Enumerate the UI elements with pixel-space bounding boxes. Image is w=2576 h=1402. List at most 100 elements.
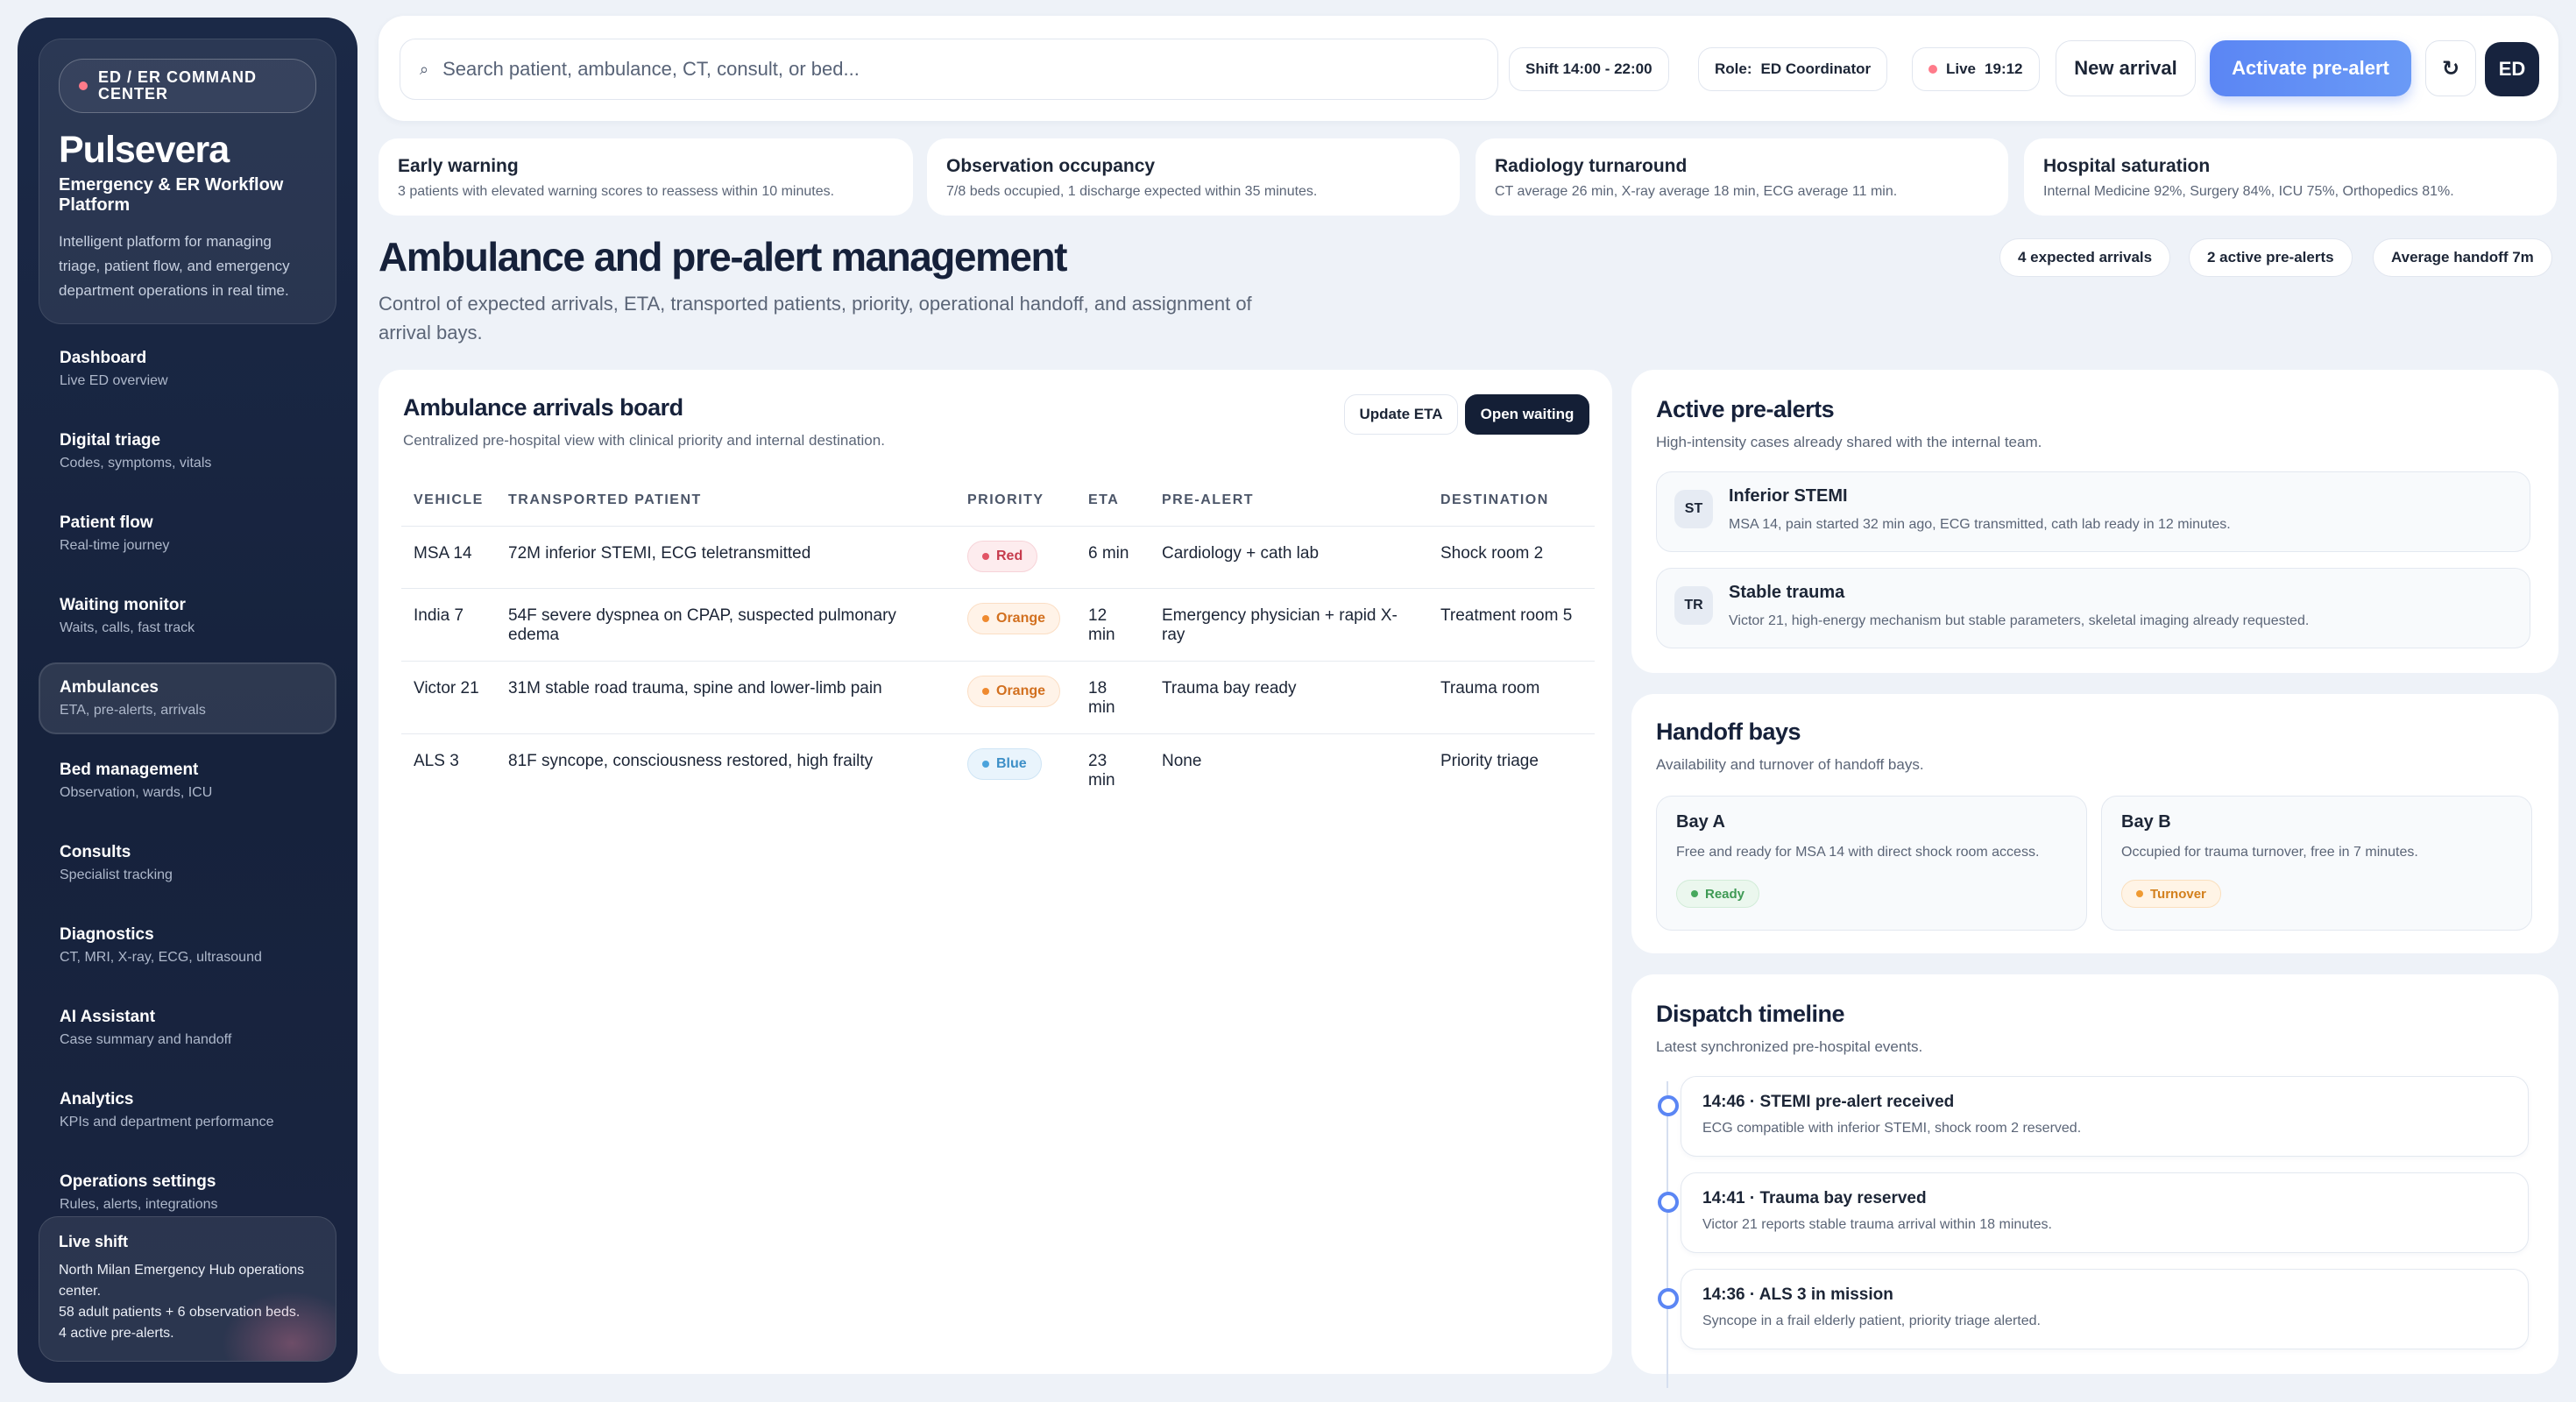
table-row[interactable]: ALS 3 81F syncope, consciousness restore…	[401, 733, 1595, 806]
ambulance-board-panel: Ambulance arrivals board Centralized pre…	[379, 370, 1612, 1374]
patient-cell: 54F severe dyspnea on CPAP, suspected pu…	[496, 588, 955, 662]
page-title: Ambulance and pre-alert management	[379, 234, 1067, 280]
command-center-tag: ED / ER COMMAND CENTER	[59, 59, 316, 113]
priority-badge: Orange	[967, 602, 1061, 634]
kpi-observation-occupancy: Observation occupancy 7/8 beds occupied,…	[927, 138, 1460, 216]
kpi-subtitle: 3 patients with elevated warning scores …	[398, 184, 835, 199]
kpi-subtitle: 7/8 beds occupied, 1 discharge expected …	[946, 184, 1318, 199]
sidebar-item-consults[interactable]: Consults Specialist tracking	[39, 827, 336, 899]
table-row[interactable]: India 7 54F severe dyspnea on CPAP, susp…	[401, 588, 1595, 662]
sidebar-item-bed-management[interactable]: Bed management Observation, wards, ICU	[39, 745, 336, 817]
new-arrival-button[interactable]: New arrival	[2056, 40, 2196, 96]
pre-alert-subtitle: Victor 21, high-energy mechanism but sta…	[1729, 613, 2310, 628]
pre-alert-card-stemi[interactable]: ST Inferior STEMI MSA 14, pain started 3…	[1656, 471, 2530, 552]
top-bar: ⌕ Shift 14:00 - 22:00 Role: ED Coordinat…	[379, 16, 2558, 121]
priority-cell: Orange	[955, 588, 1076, 662]
dispatch-timeline-panel: Dispatch timeline Latest synchronized pr…	[1631, 974, 2558, 1388]
sidebar-item-waiting-monitor[interactable]: Waiting monitor Waits, calls, fast track	[39, 580, 336, 652]
prealert-cell: Cardiology + cath lab	[1150, 526, 1428, 589]
live-shift-line: North Milan Emergency Hub operations cen…	[59, 1263, 305, 1299]
sidebar-item-sublabel: ETA, pre-alerts, arrivals	[60, 703, 206, 718]
sidebar-item-ambulances[interactable]: Ambulances ETA, pre-alerts, arrivals	[39, 662, 336, 734]
kpi-subtitle: CT average 26 min, X-ray average 18 min,…	[1495, 184, 1898, 199]
sidebar-item-sublabel: Waits, calls, fast track	[60, 620, 195, 635]
timeline-event[interactable]: 14:46 · STEMI pre-alert received ECG com…	[1681, 1076, 2529, 1157]
priority-cell: Blue	[955, 733, 1076, 806]
sidebar-item-sublabel: Live ED overview	[60, 373, 168, 388]
pre-alert-card-trauma[interactable]: TR Stable trauma Victor 21, high-energy …	[1656, 568, 2530, 648]
search-icon: ⌕	[420, 60, 429, 78]
live-shift-title: Live shift	[59, 1233, 129, 1250]
timeline-dot-icon	[1658, 1288, 1679, 1309]
page-description: Control of expected arrivals, ETA, trans…	[379, 293, 1252, 343]
bays-subtitle: Availability and turnover of handoff bay…	[1656, 756, 1924, 773]
priority-label: Orange	[996, 683, 1046, 698]
search-input[interactable]	[442, 58, 1451, 81]
bay-card-b[interactable]: Bay B Occupied for trauma turnover, free…	[2101, 796, 2532, 931]
prealert-cell: Emergency physician + rapid X-ray	[1150, 588, 1428, 662]
kpi-title: Observation occupancy	[946, 156, 1156, 176]
sidebar-item-operations-settings[interactable]: Operations settings Rules, alerts, integ…	[39, 1157, 336, 1218]
table-row[interactable]: Victor 21 31M stable road trauma, spine …	[401, 661, 1595, 734]
vehicle-cell: India 7	[401, 588, 496, 662]
timeline-event[interactable]: 14:41 · Trauma bay reserved Victor 21 re…	[1681, 1172, 2529, 1253]
brand-card: ED / ER COMMAND CENTER Pulsevera Emergen…	[39, 39, 336, 324]
sidebar-item-sublabel: Observation, wards, ICU	[60, 785, 213, 800]
patient-cell: 31M stable road trauma, spine and lower-…	[496, 661, 955, 734]
shift-label: Shift 14:00 - 22:00	[1525, 60, 1652, 77]
sidebar-item-ai-assistant[interactable]: AI Assistant Case summary and handoff	[39, 992, 336, 1064]
role-value: ED Coordinator	[1760, 60, 1872, 77]
column-header: ETA	[1076, 475, 1150, 527]
timeline-event-title: 14:41 · Trauma bay reserved	[1702, 1189, 1927, 1207]
search-box[interactable]: ⌕	[400, 39, 1498, 100]
timeline-event-subtitle: Syncope in a frail elderly patient, prio…	[1702, 1313, 2041, 1328]
shift-chip: Shift 14:00 - 22:00	[1509, 47, 1669, 91]
sidebar-item-diagnostics[interactable]: Diagnostics CT, MRI, X-ray, ECG, ultraso…	[39, 910, 336, 981]
bay-subtitle: Free and ready for MSA 14 with direct sh…	[1676, 845, 2040, 860]
live-dot-icon	[1928, 65, 1937, 74]
live-chip: Live 19:12	[1912, 47, 2040, 91]
eta-cell: 23 min	[1076, 733, 1150, 806]
status-label: Turnover	[2150, 886, 2206, 902]
live-shift-line: 58 adult patients + 6 observation beds.	[59, 1305, 301, 1320]
sidebar-item-digital-triage[interactable]: Digital triage Codes, symptoms, vitals	[39, 415, 336, 487]
timeline-dot-icon	[1658, 1192, 1679, 1213]
status-badge: Ready	[1676, 880, 1760, 908]
sidebar-item-label: Ambulances	[60, 678, 159, 697]
status-dot-icon	[79, 81, 88, 90]
refresh-icon[interactable]: ↻	[2425, 40, 2476, 96]
avatar[interactable]: ED	[2485, 42, 2539, 96]
sidebar-item-label: Digital triage	[60, 431, 161, 450]
live-shift-card: Live shift North Milan Emergency Hub ope…	[39, 1216, 336, 1362]
sidebar-item-patient-flow[interactable]: Patient flow Real-time journey	[39, 498, 336, 570]
sidebar-item-sublabel: CT, MRI, X-ray, ECG, ultrasound	[60, 950, 262, 965]
patient-cell: 81F syncope, consciousness restored, hig…	[508, 751, 874, 770]
update-eta-button[interactable]: Update ETA	[1344, 394, 1458, 435]
priority-dot-icon	[982, 614, 989, 622]
live-time: 19:12	[1985, 60, 2023, 77]
board-subtitle: Centralized pre-hospital view with clini…	[403, 432, 885, 449]
sidebar-nav: Dashboard Live ED overview Digital triag…	[39, 333, 336, 1218]
open-waiting-button[interactable]: Open waiting	[1465, 394, 1589, 435]
table-header-row: VEHICLE TRANSPORTED PATIENT PRIORITY ETA…	[401, 475, 1595, 527]
priority-dot-icon	[982, 552, 989, 560]
patient-cell: 72M inferior STEMI, ECG teletransmitted	[496, 526, 955, 589]
sidebar-item-analytics[interactable]: Analytics KPIs and department performanc…	[39, 1074, 336, 1146]
sidebar-item-label: Diagnostics	[60, 925, 154, 944]
handoff-bays-panel: Handoff bays Availability and turnover o…	[1631, 694, 2558, 953]
table-row[interactable]: MSA 14 72M inferior STEMI, ECG teletrans…	[401, 526, 1595, 589]
pre-alert-title: Inferior STEMI	[1729, 486, 1848, 506]
pre-alert-title: Stable trauma	[1729, 583, 1845, 602]
active-pre-alerts-badge: 2 active pre-alerts	[2189, 238, 2353, 277]
sidebar-item-sublabel: Real-time journey	[60, 538, 170, 553]
sidebar-item-label: Bed management	[60, 761, 199, 779]
sidebar-item-sublabel: KPIs and department performance	[60, 1115, 274, 1129]
bay-card-a[interactable]: Bay A Free and ready for MSA 14 with dir…	[1656, 796, 2087, 931]
status-label: Ready	[1705, 886, 1745, 902]
sidebar-item-sublabel: Codes, symptoms, vitals	[60, 456, 212, 471]
timeline-title: Dispatch timeline	[1656, 1001, 1845, 1027]
timeline-event[interactable]: 14:36 · ALS 3 in mission Syncope in a fr…	[1681, 1269, 2529, 1349]
activate-pre-alert-button[interactable]: Activate pre-alert	[2210, 40, 2411, 96]
sidebar-item-dashboard[interactable]: Dashboard Live ED overview	[39, 333, 336, 405]
column-header: DESTINATION	[1428, 475, 1595, 527]
